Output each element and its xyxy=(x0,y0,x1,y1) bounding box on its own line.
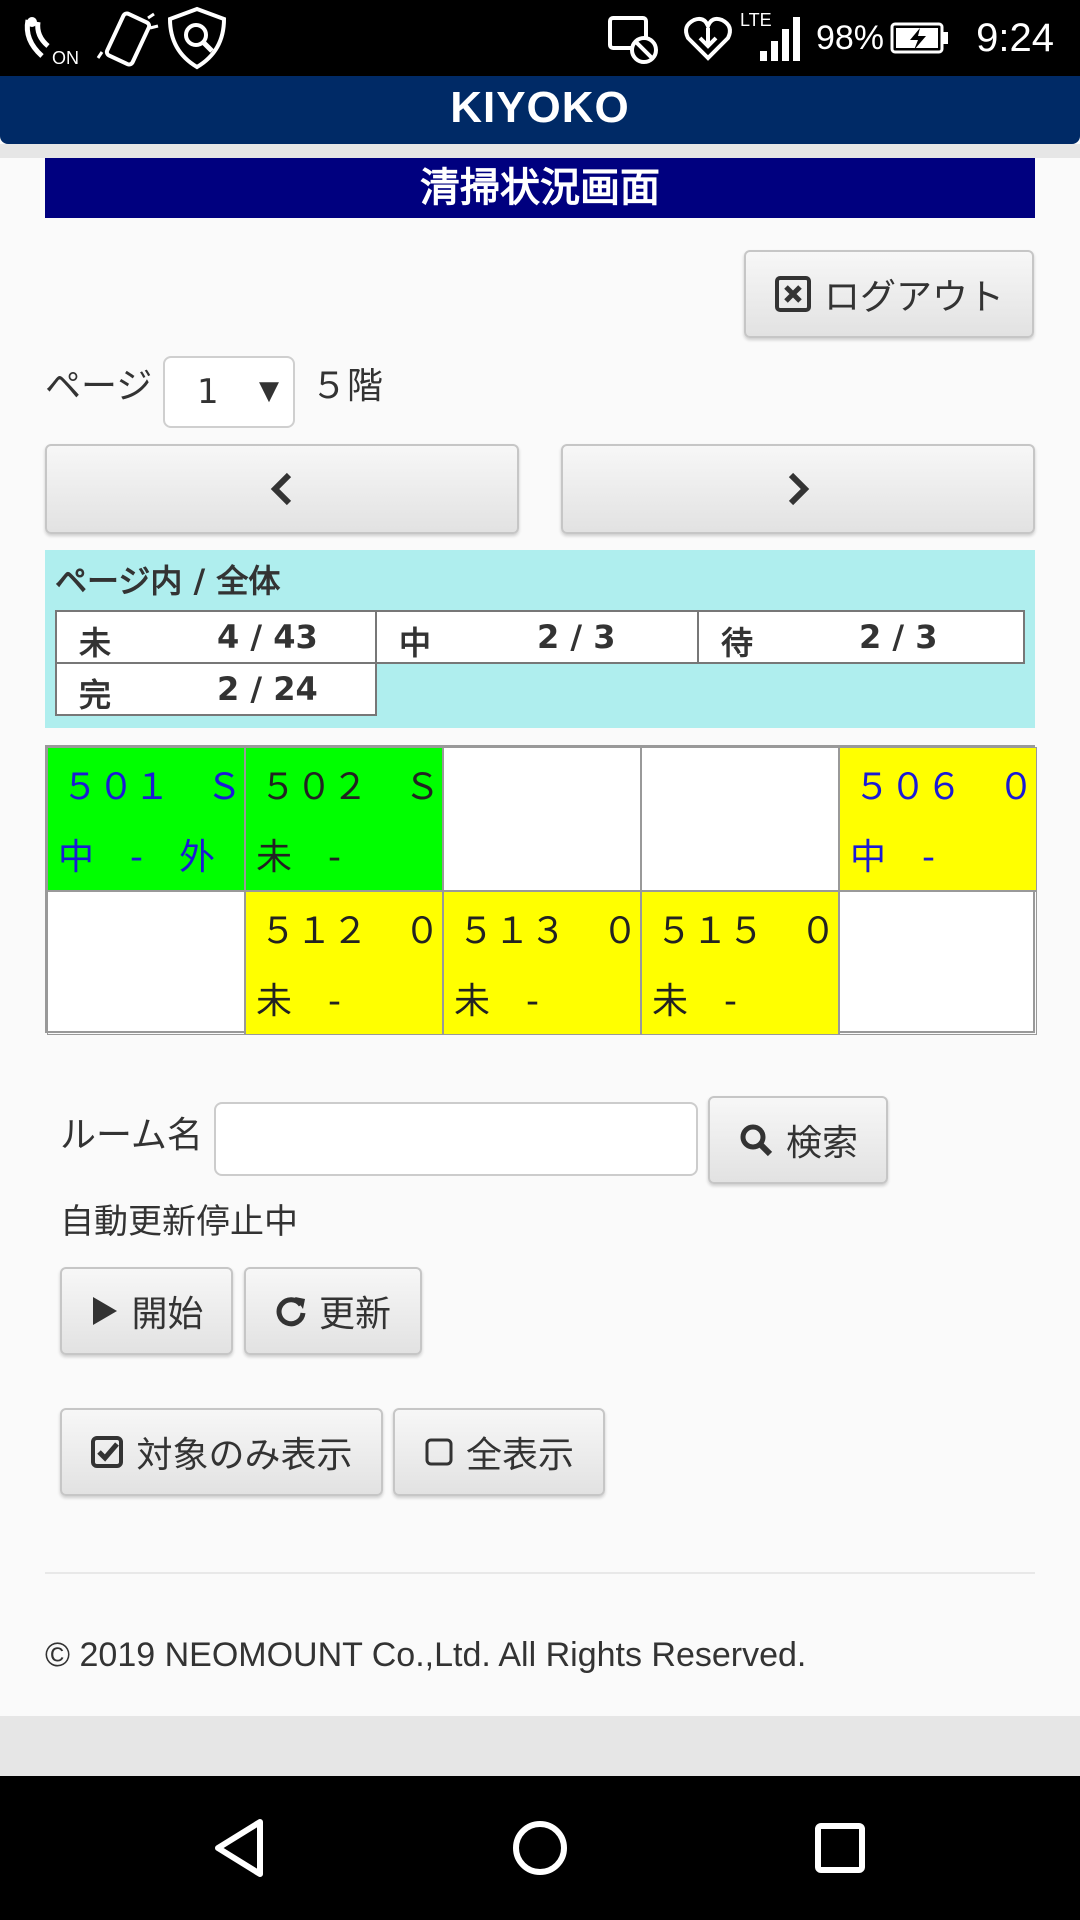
footer-divider xyxy=(45,1572,1035,1574)
page-title: 清掃状況画面 xyxy=(45,158,1035,218)
room-cell-501[interactable]: ５０１ Ｓ 中 - 外 xyxy=(47,747,245,891)
page-label: ページ xyxy=(45,366,153,407)
auto-update-status: 自動更新停止中 xyxy=(60,1202,298,1242)
search-label: 検索 xyxy=(785,1123,858,1164)
bottom-strip xyxy=(0,1716,1080,1776)
logout-button[interactable]: ログアウト xyxy=(744,250,1034,338)
refresh-icon xyxy=(275,1295,307,1327)
search-icon xyxy=(738,1122,774,1158)
room-cell-empty xyxy=(839,891,1037,1035)
summary-cell-complete: 完 2 / 24 xyxy=(55,662,377,716)
room-grid: ５０１ Ｓ 中 - 外 ５０２ Ｓ 未 - ５０６ ０ 中 - ５１２ ０ 未 … xyxy=(45,745,1037,1035)
app-header: KIYOKO xyxy=(0,76,1080,144)
checkbox-checked-icon xyxy=(90,1435,124,1469)
prev-page-button[interactable] xyxy=(45,444,519,534)
status-bar: ON LTE 98% 9:24 xyxy=(0,0,1080,76)
page-select-value: 1 xyxy=(197,372,219,412)
start-label: 開始 xyxy=(131,1294,204,1335)
dropdown-arrow-icon: ▼ xyxy=(259,376,279,406)
battery-charging-icon xyxy=(890,0,950,76)
summary-cell-unstarted: 未 4 / 43 xyxy=(55,610,377,664)
next-page-button[interactable] xyxy=(561,444,1035,534)
summary-title: ページ内 / 全体 xyxy=(55,562,281,600)
recents-icon[interactable] xyxy=(804,1812,876,1884)
battery-percentage: 98% xyxy=(815,18,884,57)
show-all-button[interactable]: 全表示 xyxy=(393,1408,605,1496)
heart-download-icon xyxy=(680,0,736,76)
home-icon[interactable] xyxy=(504,1812,576,1884)
summary-cell-waiting: 待 2 / 3 xyxy=(697,610,1025,664)
play-icon xyxy=(89,1295,119,1327)
room-cell-512[interactable]: ５１２ ０ 未 - xyxy=(245,891,443,1035)
header-strip xyxy=(0,144,1080,158)
show-all-label: 全表示 xyxy=(465,1435,574,1476)
room-cell-506[interactable]: ５０６ ０ 中 - xyxy=(839,747,1037,891)
vibrate-icon xyxy=(96,0,162,76)
start-button[interactable]: 開始 xyxy=(60,1267,233,1355)
refresh-label: 更新 xyxy=(318,1294,391,1335)
room-cell-empty xyxy=(641,747,839,891)
copyright: © 2019 NEOMOUNT Co.,Ltd. All Rights Rese… xyxy=(45,1636,807,1674)
search-button[interactable]: 検索 xyxy=(708,1096,888,1184)
room-cell-empty xyxy=(443,747,641,891)
page-select[interactable]: 1 ▼ xyxy=(163,356,295,428)
room-cell-513[interactable]: ５１３ ０ 未 - xyxy=(443,891,641,1035)
chevron-right-icon xyxy=(788,472,810,506)
clock: 9:24 xyxy=(976,15,1054,60)
room-cell-empty xyxy=(47,891,245,1035)
no-sim-icon xyxy=(606,0,662,76)
logout-label: ログアウト xyxy=(823,277,1004,318)
summary-panel: ページ内 / 全体 未 4 / 43 中 2 / 3 待 2 / 3 完 2 /… xyxy=(45,550,1035,728)
refresh-button[interactable]: 更新 xyxy=(244,1267,422,1355)
room-cell-515[interactable]: ５１５ ０ 未 - xyxy=(641,891,839,1035)
signal-icon xyxy=(756,0,806,76)
summary-cell-in-progress: 中 2 / 3 xyxy=(375,610,699,664)
shield-search-icon xyxy=(164,0,230,76)
chevron-left-icon xyxy=(270,472,292,506)
app-title: KIYOKO xyxy=(450,83,630,132)
room-cell-502[interactable]: ５０２ Ｓ 未 - xyxy=(245,747,443,891)
floor-label: ５階 xyxy=(311,366,384,407)
room-name-input[interactable] xyxy=(214,1102,698,1176)
show-target-only-button[interactable]: 対象のみ表示 xyxy=(60,1408,383,1496)
close-box-icon xyxy=(774,275,812,313)
wifi-calling-icon: ON xyxy=(20,0,86,76)
checkbox-empty-icon xyxy=(424,1437,454,1467)
back-icon[interactable] xyxy=(204,1812,276,1884)
navigation-bar xyxy=(0,1776,1080,1920)
svg-text:ON: ON xyxy=(52,48,79,66)
show-target-only-label: 対象のみ表示 xyxy=(136,1435,353,1476)
room-name-label: ルーム名 xyxy=(60,1115,203,1156)
